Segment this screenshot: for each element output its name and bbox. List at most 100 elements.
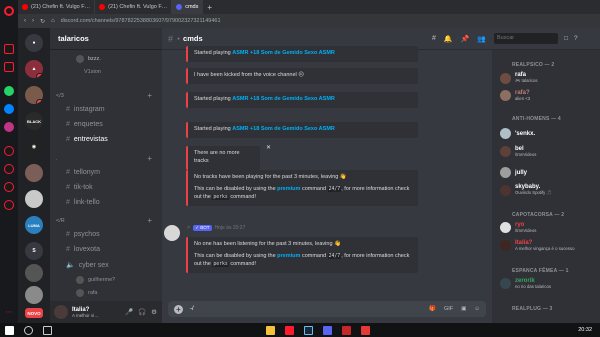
voice-user[interactable]: V1sion xyxy=(84,69,101,75)
server-icon[interactable] xyxy=(25,164,43,182)
voice-user[interactable]: bzzz. xyxy=(76,55,101,63)
member-item[interactable]: Italia? A melhor vingança é o sucesso xyxy=(500,240,574,251)
channel-entrevistas[interactable]: # entrevistas xyxy=(66,136,108,143)
member-item[interactable]: jully xyxy=(500,167,527,178)
track-link[interactable]: ASMR +18 Som de Gemido Sexo ASMR xyxy=(232,126,335,132)
gear-icon[interactable]: ⚙ xyxy=(151,308,157,316)
member-item[interactable]: skybaby. Ouvindo Spotify 🎵 xyxy=(500,184,552,196)
members-icon[interactable]: 👥 xyxy=(477,35,486,43)
voice-user[interactable]: guilherme? xyxy=(76,276,115,284)
new-tab-button[interactable]: + xyxy=(203,0,216,14)
explorer-icon[interactable] xyxy=(265,325,275,335)
reload-icon[interactable]: ↻ xyxy=(40,18,45,25)
discord-icon[interactable] xyxy=(322,325,332,335)
category-label[interactable]: </3 xyxy=(56,93,64,99)
server-name[interactable]: talaricos xyxy=(50,28,162,50)
server-icon[interactable]: ◉ xyxy=(25,138,43,156)
inbox-icon[interactable]: □ xyxy=(564,35,568,42)
message-composer[interactable]: + -/ 🎁 GIF ▣ ☺ xyxy=(168,301,486,317)
gift-icon[interactable]: 🎁 xyxy=(429,306,436,312)
server-icon[interactable]: S xyxy=(25,242,43,260)
microphone-icon[interactable]: 🎤 xyxy=(125,308,133,316)
back-icon[interactable]: ‹ xyxy=(24,18,26,24)
member-item[interactable]: bel/tmnVideos xyxy=(500,146,536,157)
member-item[interactable]: rafa? alien <3 xyxy=(500,90,530,101)
settings-icon[interactable] xyxy=(4,200,14,210)
threads-icon[interactable]: # xyxy=(432,35,436,43)
sticker-icon[interactable]: ▣ xyxy=(461,306,466,312)
whatsapp-icon[interactable] xyxy=(4,86,14,96)
headphones-icon[interactable]: 🎧 xyxy=(138,308,146,316)
channel-enquetes[interactable]: # enquetes xyxy=(66,121,103,128)
premium-link[interactable]: premium xyxy=(277,253,300,259)
add-channel-icon[interactable]: + xyxy=(147,216,152,225)
app-icon[interactable] xyxy=(341,325,351,335)
tab-youtube-1[interactable]: (21) Chefin ft. Vulgo F… xyxy=(18,0,96,14)
novo-badge[interactable]: NOVO xyxy=(25,308,43,318)
add-channel-icon[interactable]: + xyxy=(147,91,152,100)
opera-icon[interactable] xyxy=(4,6,14,16)
member-item[interactable]: ryo/tmnVideos xyxy=(500,222,536,233)
search-icon[interactable] xyxy=(24,325,33,335)
messenger-icon[interactable] xyxy=(4,104,14,114)
close-icon[interactable]: ✕ xyxy=(266,144,271,151)
category-label[interactable]: . xyxy=(56,156,58,162)
opera-icon[interactable] xyxy=(284,325,294,335)
category-label[interactable]: </R xyxy=(56,218,65,224)
search-input[interactable]: Buscar xyxy=(494,33,558,44)
bot-avatar[interactable] xyxy=(164,225,180,241)
channel-cyber-sex[interactable]: 🔈 cyber sex xyxy=(66,261,109,270)
track-link[interactable]: ASMR +18 Som de Gemido Sexo ASMR xyxy=(232,96,335,102)
pin-icon[interactable]: 📌 xyxy=(461,35,470,43)
premium-link[interactable]: premium xyxy=(277,186,300,192)
bag-icon[interactable] xyxy=(4,62,14,72)
instagram-icon[interactable] xyxy=(4,122,14,132)
chat-area: # ● cmds # 🔔 📌 👥 Started playing ASMR +1… xyxy=(162,28,492,323)
bell-icon[interactable]: 🔔 xyxy=(444,35,453,43)
speaker-icon: 🔈 xyxy=(66,262,75,269)
track-link[interactable]: ASMR +18 Som de Gemido Sexo ASMR xyxy=(232,50,335,56)
youtube-icon xyxy=(22,4,28,10)
member-item[interactable]: rafa 🎮 talaricos xyxy=(500,72,538,84)
voice-user[interactable]: rafa xyxy=(76,289,97,297)
avatar[interactable] xyxy=(54,305,68,319)
server-icon[interactable] xyxy=(25,264,43,282)
add-channel-icon[interactable]: + xyxy=(147,154,152,163)
steam-icon[interactable] xyxy=(303,325,313,335)
channel-tik-tok[interactable]: # tik-tok xyxy=(66,184,93,191)
channel-psychos[interactable]: # psychos xyxy=(66,231,100,238)
tab-discord[interactable]: cmds xyxy=(172,0,204,14)
heart-icon[interactable] xyxy=(4,164,14,174)
app-icon[interactable] xyxy=(360,325,370,335)
home-icon[interactable]: ⌂ xyxy=(51,18,55,24)
hash-icon: # xyxy=(168,33,174,44)
channel-instagram[interactable]: # instagram xyxy=(66,106,105,113)
server-icon[interactable] xyxy=(25,190,43,208)
channel-link-tello[interactable]: # link-tello xyxy=(66,199,100,206)
member-item[interactable]: 'senkx. xyxy=(500,128,535,139)
attach-icon[interactable]: + xyxy=(174,304,183,314)
server-icon[interactable]: LUMA xyxy=(25,216,43,234)
discord-home-icon[interactable]: ● xyxy=(25,34,43,52)
server-icon[interactable]: BLACK xyxy=(25,112,43,130)
member-item[interactable]: zerorik no rio das talaricos xyxy=(500,278,551,289)
clock-icon[interactable] xyxy=(4,146,14,156)
message-input[interactable]: -/ xyxy=(190,306,194,312)
windows-start-icon[interactable] xyxy=(5,325,14,335)
forward-icon[interactable]: › xyxy=(32,18,34,24)
tab-youtube-2[interactable]: (21) Chefin ft. Vulgo F… xyxy=(95,0,173,14)
channel-tellonym[interactable]: # tellonym xyxy=(66,169,100,176)
url-text[interactable]: discord.com/channels/978782253880360?/97… xyxy=(61,18,221,24)
emoji-icon[interactable]: ☺ xyxy=(474,306,480,312)
server-icon[interactable]: ▲ 4 xyxy=(25,60,43,78)
speed-dial-icon[interactable] xyxy=(4,44,14,54)
more-icon[interactable]: ⋯ xyxy=(4,308,14,318)
download-icon[interactable] xyxy=(4,182,14,192)
server-icon[interactable] xyxy=(25,286,43,304)
channel-lovexota[interactable]: # lovexota xyxy=(66,246,100,253)
help-icon[interactable]: ? xyxy=(574,35,578,42)
server-icon[interactable]: 1 xyxy=(25,86,43,104)
task-view-icon[interactable] xyxy=(43,325,52,335)
address-bar[interactable]: ‹ › ↻ ⌂ discord.com/channels/97878225388… xyxy=(18,14,600,28)
gif-icon[interactable]: GIF xyxy=(444,306,453,312)
